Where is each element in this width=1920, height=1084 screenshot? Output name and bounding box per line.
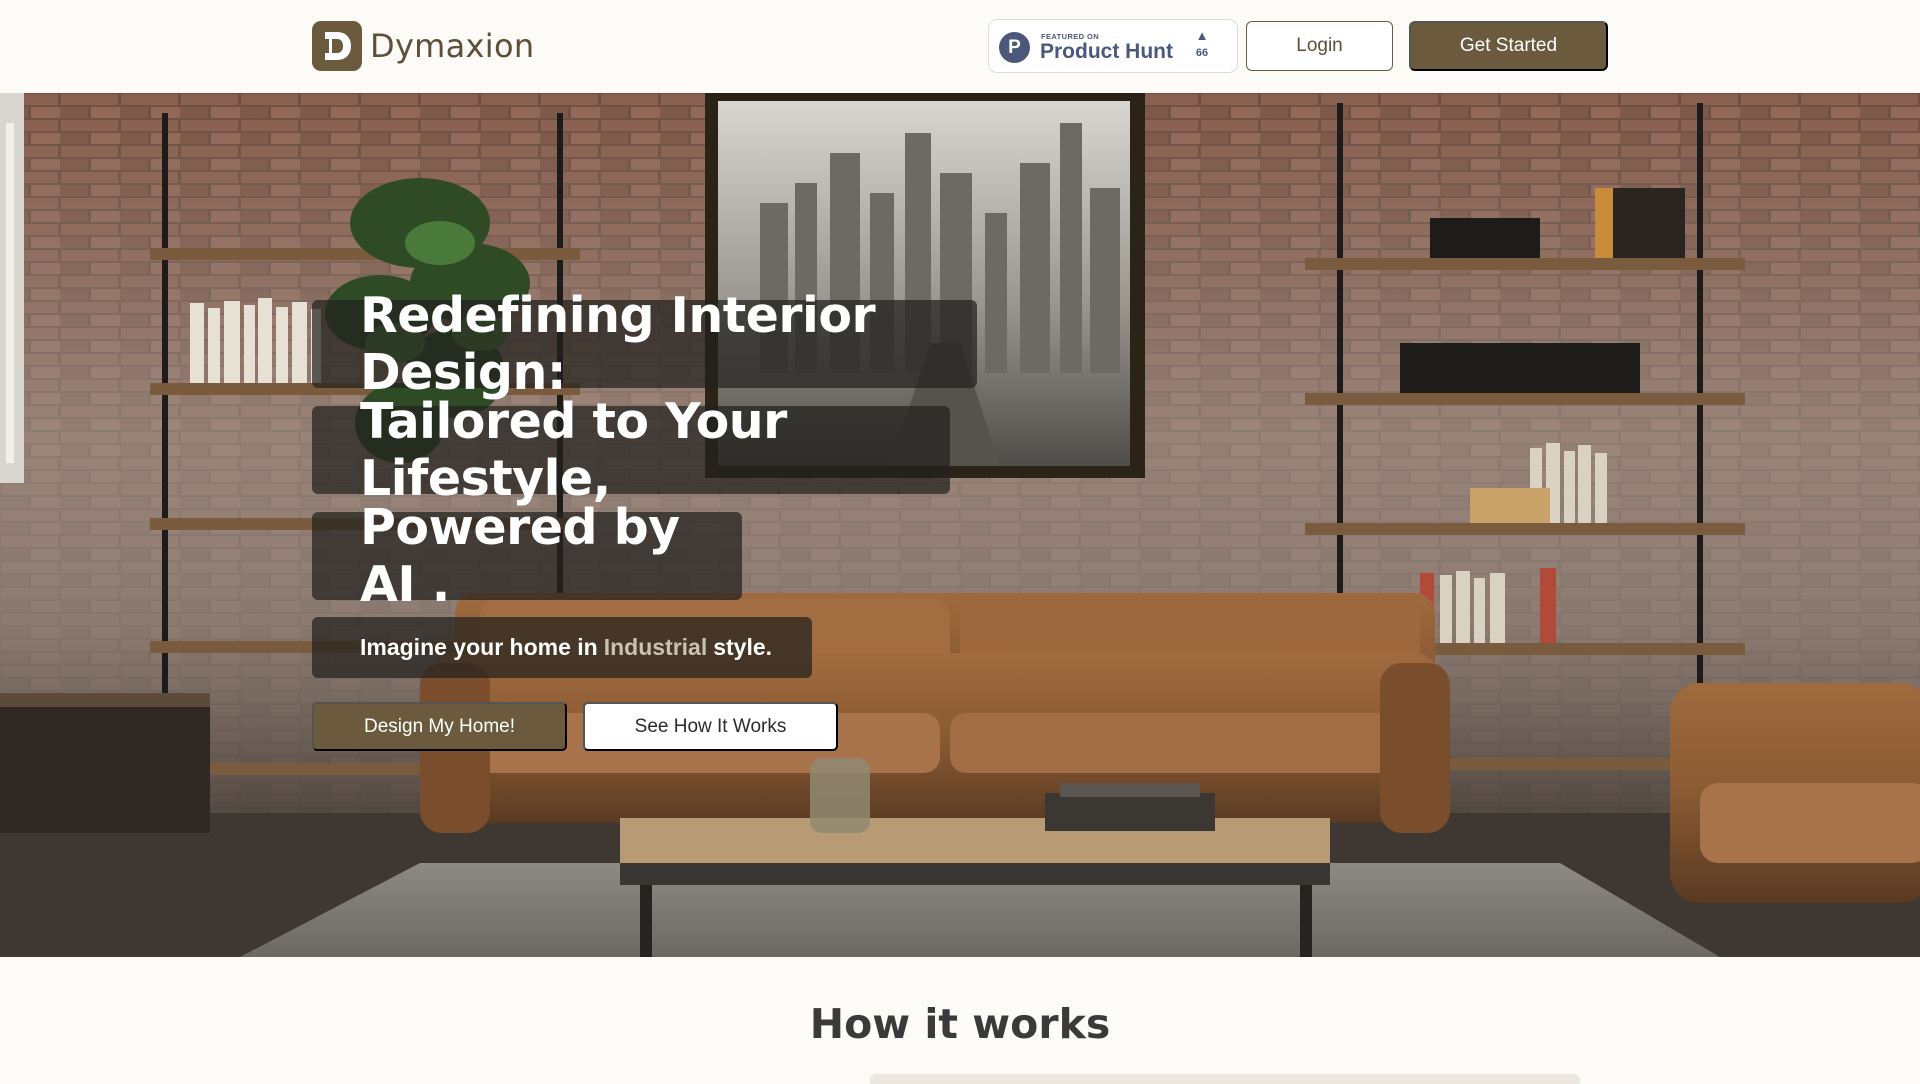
upvote-count: 66 <box>1195 47 1209 59</box>
headline-line-3: Powered by AI . <box>312 499 742 613</box>
headline-line-1: Redefining Interior Design: <box>312 287 977 401</box>
hero-subtitle: Imagine your home in Industrial style. <box>312 617 812 678</box>
see-how-it-works-button[interactable]: See How It Works <box>583 702 838 751</box>
product-hunt-badge[interactable]: P FEATURED ON Product Hunt ▲ 66 <box>988 19 1238 73</box>
product-hunt-name: Product Hunt <box>1040 40 1173 63</box>
top-navbar: Dymaxion P FEATURED ON Product Hunt ▲ 66… <box>0 0 1920 93</box>
how-it-works-content-peek <box>870 1074 1580 1084</box>
get-started-button[interactable]: Get Started <box>1409 21 1608 71</box>
how-it-works-title: How it works <box>809 1000 1111 1048</box>
product-hunt-icon: P <box>999 32 1030 63</box>
headline-line-2: Tailored to Your Lifestyle, <box>312 393 950 507</box>
subtitle-style-word: Industrial <box>603 634 708 660</box>
product-hunt-upvotes: ▲ 66 <box>1189 28 1215 60</box>
subtitle-suffix: style. <box>713 634 773 660</box>
brand-name: Dymaxion <box>370 27 535 65</box>
upvote-arrow-icon: ▲ <box>1195 28 1209 43</box>
login-button[interactable]: Login <box>1246 21 1393 71</box>
hero-background-image <box>0 93 1920 957</box>
design-my-home-button[interactable]: Design My Home! <box>312 702 567 751</box>
subtitle-prefix: Imagine your home in <box>360 634 598 660</box>
dymaxion-logo-icon <box>312 21 362 71</box>
hero-section: Redefining Interior Design: Tailored to … <box>0 93 1920 957</box>
brand-link[interactable]: Dymaxion <box>312 21 534 71</box>
